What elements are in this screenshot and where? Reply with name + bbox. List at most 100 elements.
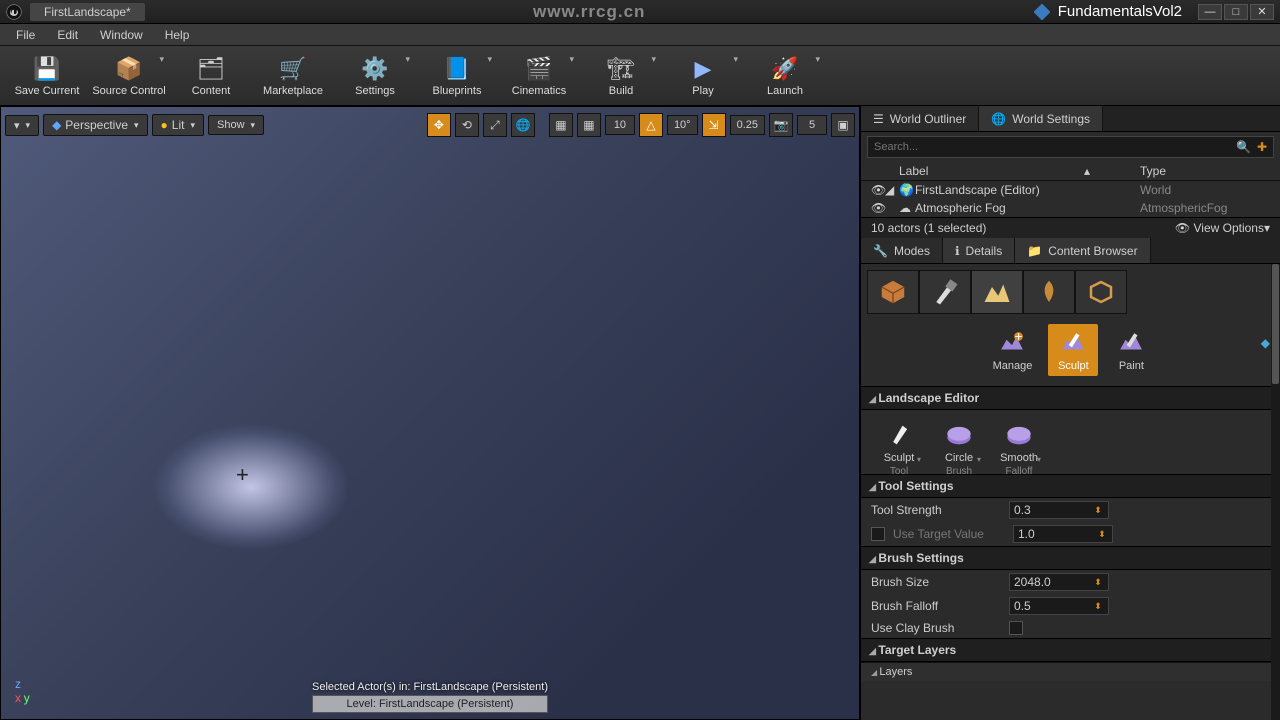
tab-modes[interactable]: 🔧Modes	[861, 238, 943, 263]
blueprints-button[interactable]: 📘Blueprints▾	[418, 48, 496, 104]
panel-scrollbar[interactable]	[1271, 264, 1280, 720]
rotate-gizmo-button[interactable]: ⟲	[455, 113, 479, 137]
settings-button[interactable]: ⚙️Settings▾	[336, 48, 414, 104]
angle-snap-button[interactable]: △	[639, 113, 663, 137]
camera-speed-button[interactable]: 📷	[769, 113, 793, 137]
mode-landscape[interactable]	[971, 270, 1023, 314]
viewmode-button[interactable]: ●Lit	[152, 114, 204, 136]
play-icon: ▶	[688, 55, 718, 83]
blueprints-icon: 📘	[442, 55, 472, 83]
globe-icon: 🌐	[991, 112, 1006, 126]
menubar: File Edit Window Help	[0, 24, 1280, 46]
add-new-icon[interactable]: ✚	[1257, 140, 1267, 154]
section-tool-settings[interactable]: Tool Settings	[861, 474, 1280, 498]
section-target-layers[interactable]: Target Layers	[861, 638, 1280, 662]
expand-icon[interactable]: ◆	[1261, 336, 1270, 350]
tab-world-settings[interactable]: 🌐World Settings	[979, 106, 1103, 131]
landscape-manage-button[interactable]: Manage	[985, 324, 1041, 376]
window-maximize-button[interactable]: □	[1224, 4, 1248, 20]
outliner-row-fog[interactable]: 👁☁ Atmospheric FogAtmosphericFog	[861, 199, 1280, 217]
window-close-button[interactable]: ✕	[1250, 4, 1274, 20]
brush-falloff-input[interactable]: 0.5⬍	[1009, 597, 1109, 615]
outliner-search-input[interactable]	[874, 141, 1236, 153]
viewport-toolbar: ▾ ◆Perspective ●Lit Show ✥ ⟲ ⤢ 🌐 ▦ ▦ 10 …	[5, 111, 855, 139]
document-tab[interactable]: FirstLandscape*	[30, 3, 145, 21]
tab-content-browser[interactable]: 📁Content Browser	[1015, 238, 1150, 263]
sculpt-cursor-icon: +	[236, 462, 249, 488]
tool-strength-label: Tool Strength	[871, 503, 1001, 517]
mode-geometry[interactable]	[1075, 270, 1127, 314]
brush-falloff-select[interactable]: SmoothFalloff▾	[997, 420, 1041, 464]
launch-button[interactable]: 🚀Launch▾	[746, 48, 824, 104]
camera-speed-value[interactable]: 5	[797, 115, 827, 135]
viewport-maximize-button[interactable]: ▣	[831, 113, 855, 137]
tab-details[interactable]: ℹDetails	[943, 238, 1015, 263]
cinematics-button[interactable]: 🎬Cinematics▾	[500, 48, 578, 104]
column-type[interactable]: Type	[1140, 164, 1270, 178]
tool-strength-input[interactable]: 0.3⬍	[1009, 501, 1109, 519]
coord-space-button[interactable]: 🌐	[511, 113, 535, 137]
menu-window[interactable]: Window	[90, 26, 153, 44]
perspective-button[interactable]: ◆Perspective	[43, 114, 147, 136]
cinematics-icon: 🎬	[524, 55, 554, 83]
translate-gizmo-button[interactable]: ✥	[427, 113, 451, 137]
use-target-label: Use Target Value	[893, 527, 1005, 541]
surface-snap-button[interactable]: ▦	[549, 113, 573, 137]
selected-actors-label: Selected Actor(s) in: FirstLandscape (Pe…	[312, 681, 548, 693]
viewport-options-button[interactable]: ▾	[5, 115, 39, 136]
scale-snap-value[interactable]: 0.25	[730, 115, 765, 135]
landscape-paint-button[interactable]: Paint	[1106, 324, 1156, 376]
menu-edit[interactable]: Edit	[47, 26, 88, 44]
axis-gizmo-icon: zx y	[15, 677, 30, 705]
visibility-icon[interactable]: 👁	[871, 201, 885, 215]
current-level-label[interactable]: Level: FirstLandscape (Persistent)	[312, 695, 548, 713]
mode-paint[interactable]	[919, 270, 971, 314]
folder-icon: 📁	[1027, 244, 1042, 258]
use-clay-brush-checkbox[interactable]	[1009, 621, 1023, 635]
marketplace-button[interactable]: 🛒Marketplace	[254, 48, 332, 104]
landscape-sculpt-button[interactable]: Sculpt	[1048, 324, 1098, 376]
menu-file[interactable]: File	[6, 26, 45, 44]
unreal-logo-icon	[6, 4, 22, 20]
scale-gizmo-button[interactable]: ⤢	[483, 113, 507, 137]
eye-icon: 👁	[1175, 221, 1190, 235]
column-label[interactable]: Label	[899, 164, 1084, 178]
source-control-button[interactable]: 📦Source Control▾	[90, 48, 168, 104]
window-minimize-button[interactable]: —	[1198, 4, 1222, 20]
section-landscape-editor[interactable]: Landscape Editor	[861, 386, 1280, 410]
grid-snap-value[interactable]: 10	[605, 115, 635, 135]
section-brush-settings[interactable]: Brush Settings	[861, 546, 1280, 570]
product-icon	[1034, 4, 1050, 20]
target-value-input[interactable]: 1.0⬍	[1013, 525, 1113, 543]
viewport-3d[interactable]: + ▾ ◆Perspective ●Lit Show ✥ ⟲ ⤢ 🌐 ▦ ▦ 1…	[0, 106, 860, 720]
show-button[interactable]: Show	[208, 115, 264, 135]
menu-help[interactable]: Help	[155, 26, 200, 44]
gear-icon: ⚙️	[360, 55, 390, 83]
scale-snap-button[interactable]: ⇲	[702, 113, 726, 137]
terrain-render	[1, 107, 859, 719]
angle-snap-value[interactable]: 10°	[667, 115, 698, 135]
content-button[interactable]: 🗂Content	[172, 48, 250, 104]
view-options-button[interactable]: 👁 View Options▾	[1175, 221, 1270, 235]
mode-place[interactable]	[867, 270, 919, 314]
content-icon: 🗂	[196, 55, 226, 83]
mode-foliage[interactable]	[1023, 270, 1075, 314]
outliner-row-world[interactable]: 👁◢🌍 FirstLandscape (Editor)World	[861, 181, 1280, 199]
grid-snap-button[interactable]: ▦	[577, 113, 601, 137]
source-control-icon: 📦	[114, 55, 144, 83]
titlebar: FirstLandscape* www.rrcg.cn Fundamentals…	[0, 0, 1280, 24]
details-icon: ℹ	[955, 244, 960, 258]
use-target-checkbox[interactable]	[871, 527, 885, 541]
brush-shape-select[interactable]: CircleBrush▾	[937, 420, 981, 464]
brush-size-input[interactable]: 2048.0⬍	[1009, 573, 1109, 591]
build-button[interactable]: 🏗Build▾	[582, 48, 660, 104]
play-button[interactable]: ▶Play▾	[664, 48, 742, 104]
sculpt-tool-select[interactable]: SculptTool▾	[877, 420, 921, 464]
subsection-layers[interactable]: Layers	[861, 662, 1280, 681]
launch-icon: 🚀	[770, 55, 800, 83]
use-clay-brush-label: Use Clay Brush	[871, 621, 1001, 635]
tab-world-outliner[interactable]: ☰World Outliner	[861, 106, 979, 131]
visibility-icon[interactable]: 👁	[871, 183, 885, 197]
save-current-button[interactable]: 💾Save Current	[8, 48, 86, 104]
outliner-search[interactable]: 🔍 ✚	[867, 136, 1274, 158]
